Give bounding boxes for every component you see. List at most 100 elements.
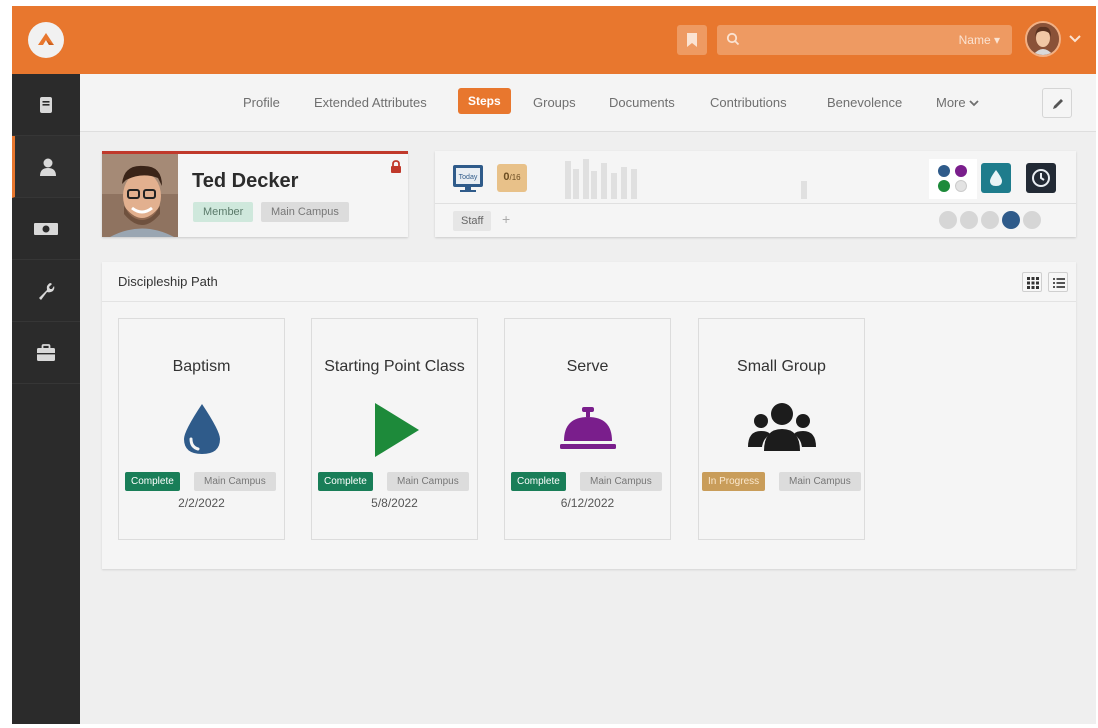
link-badge-icon[interactable] <box>1023 211 1041 229</box>
tab-extended-attributes[interactable]: Extended Attributes <box>314 95 427 110</box>
step-date: 5/8/2022 <box>371 496 418 510</box>
users-icon <box>699 401 864 461</box>
wrench-icon <box>39 282 55 300</box>
attendance-bar <box>601 163 607 199</box>
book-icon <box>40 96 52 113</box>
step-card-small-group[interactable]: Small Group In Progress Main Campus <box>698 318 865 540</box>
chart-badge-icon[interactable] <box>1002 211 1020 229</box>
step-status-badge: Complete <box>511 472 566 491</box>
search-bar[interactable]: Name ▾ <box>717 25 1012 55</box>
clock-icon <box>1032 169 1050 187</box>
step-status-badge: Complete <box>318 472 373 491</box>
attendance-weeks-badge: 0/16 <box>497 164 527 192</box>
person-badges-card: Today 0/16 Staff + <box>435 151 1076 237</box>
attendance-bar <box>611 173 617 199</box>
attendance-bar <box>565 161 571 199</box>
water-drop-icon <box>119 401 284 461</box>
sidebar-item-finance[interactable] <box>12 198 80 260</box>
step-card-starting-point-class[interactable]: Starting Point Class Complete Main Campu… <box>311 318 478 540</box>
grid-view-button[interactable] <box>1022 272 1042 292</box>
sms-badge-icon[interactable] <box>981 211 999 229</box>
person-nav-tabs: Profile Extended Attributes Steps Groups… <box>80 74 1096 132</box>
play-icon <box>312 401 477 461</box>
baptism-mini-icon <box>938 165 950 177</box>
lock-icon <box>391 160 401 173</box>
staff-tag[interactable]: Staff <box>453 211 492 231</box>
step-date: 2/2/2022 <box>178 496 225 510</box>
panel-header: Discipleship Path <box>102 262 1076 302</box>
user-avatar[interactable] <box>1025 21 1061 57</box>
bell-icon <box>505 401 670 461</box>
search-filter-dropdown[interactable]: Name ▾ <box>959 33 1000 47</box>
step-title: Baptism <box>172 358 231 375</box>
last-visit-badge: Today <box>453 165 483 192</box>
attendance-bar <box>591 171 597 199</box>
rock-logo-icon[interactable] <box>28 22 64 58</box>
attendance-bar <box>621 167 627 199</box>
phone-badge-icon[interactable] <box>960 211 978 229</box>
money-icon <box>34 222 58 235</box>
today-label: Today <box>459 174 478 181</box>
discipleship-path-panel: Discipleship Path Baptism Complete Main … <box>102 262 1076 569</box>
tab-benevolence[interactable]: Benevolence <box>827 95 902 110</box>
edit-person-button[interactable] <box>1042 88 1072 118</box>
tab-steps[interactable]: Steps <box>458 88 511 114</box>
attendance-bar <box>631 169 637 199</box>
step-campus-badge: Main Campus <box>387 472 469 491</box>
add-tag-button[interactable]: + <box>502 211 510 227</box>
step-title: Starting Point Class <box>324 358 465 375</box>
step-title: Serve <box>566 358 609 375</box>
bookmark-button[interactable] <box>677 25 707 55</box>
baptism-badge[interactable] <box>981 163 1011 193</box>
sidebar <box>12 74 80 724</box>
weeks-unit: /16 <box>509 173 521 182</box>
briefcase-icon <box>37 343 55 361</box>
person-icon <box>39 158 56 176</box>
record-status-badge: Member <box>193 202 254 222</box>
pencil-icon <box>1053 99 1063 109</box>
person-photo <box>102 154 178 237</box>
small-group-mini-icon <box>955 180 967 192</box>
list-view-button[interactable] <box>1048 272 1068 292</box>
tab-more[interactable]: More <box>936 95 979 110</box>
sidebar-item-book[interactable] <box>12 74 80 136</box>
step-card-baptism[interactable]: Baptism Complete Main Campus 2/2/2022 <box>118 318 285 540</box>
tab-documents[interactable]: Documents <box>609 95 675 110</box>
water-drop-icon <box>990 170 1002 186</box>
step-campus-badge: Main Campus <box>779 472 861 491</box>
chevron-down-icon[interactable] <box>1069 34 1081 44</box>
step-card-serve[interactable]: Serve Complete Main Campus 6/12/2022 <box>504 318 671 540</box>
app-frame: Name ▾ Profile Extended Attributes Steps… <box>12 6 1096 724</box>
campus-badge: Main Campus <box>261 202 349 222</box>
sidebar-item-tools[interactable] <box>12 260 80 322</box>
bookmark-icon <box>687 33 697 47</box>
tab-groups[interactable]: Groups <box>533 95 576 110</box>
tab-contributions[interactable]: Contributions <box>710 95 787 110</box>
steps-badge[interactable] <box>929 159 977 199</box>
list-icon <box>1053 278 1065 288</box>
tab-profile[interactable]: Profile <box>243 95 280 110</box>
person-bio-card: Ted Decker Member Main Campus <box>102 151 408 237</box>
divider <box>435 203 1076 204</box>
step-date: 6/12/2022 <box>560 496 615 510</box>
tab-more-label: More <box>936 95 966 110</box>
attendance-bar <box>583 159 589 199</box>
serve-mini-icon <box>955 165 967 177</box>
step-campus-badge: Main Campus <box>194 472 276 491</box>
era-badge[interactable] <box>1026 163 1056 193</box>
starting-point-mini-icon <box>938 180 950 192</box>
search-filter-label: Name <box>958 33 991 47</box>
step-title: Small Group <box>737 358 826 375</box>
chevron-down-icon <box>969 100 979 107</box>
email-badge-icon[interactable] <box>939 211 957 229</box>
attendance-bar <box>573 169 579 199</box>
search-icon <box>726 32 740 46</box>
attendance-bar <box>801 181 807 199</box>
step-status-badge: In Progress <box>702 472 766 491</box>
grid-icon <box>1027 277 1039 289</box>
person-name: Ted Decker <box>192 170 299 192</box>
sidebar-item-admin[interactable] <box>12 322 80 384</box>
step-status-badge: Complete <box>125 472 180 491</box>
sidebar-item-people[interactable] <box>12 136 80 198</box>
top-header: Name ▾ <box>12 6 1096 74</box>
